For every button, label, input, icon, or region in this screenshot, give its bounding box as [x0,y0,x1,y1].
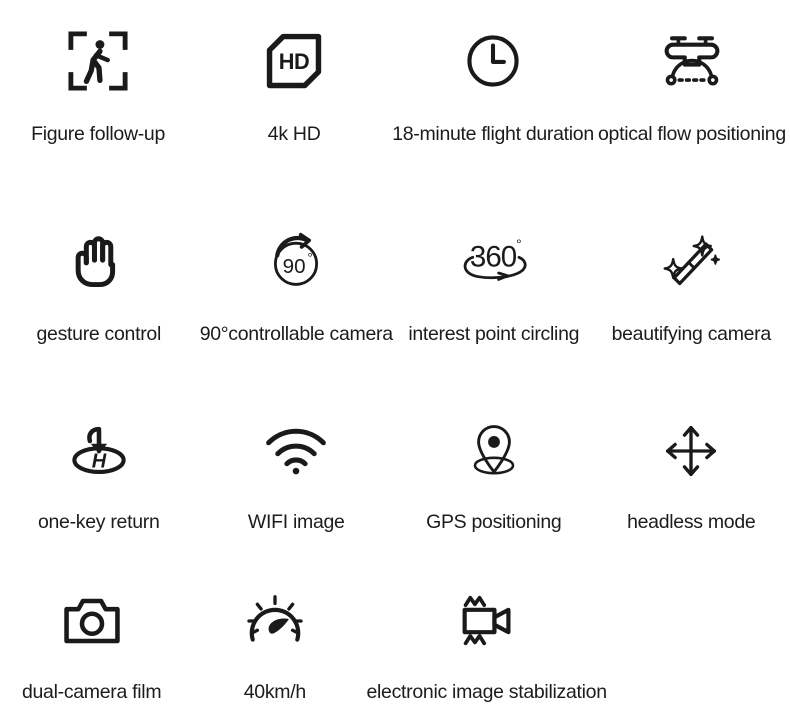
feature-item-gesture-control[interactable]: gesture control [0,222,198,400]
figure-follow-icon [67,22,129,100]
drone-optical-flow-icon [661,22,723,100]
video-camera-shake-icon [460,582,514,660]
feature-item-flight-duration[interactable]: 18-minute flight duration [392,22,594,200]
feature-label: GPS positioning [426,511,562,533]
feature-label: electronic image stabilization [366,681,607,703]
three-sixty-orbit-icon: 360 ° [458,222,530,300]
feature-item-image-stabilization[interactable]: electronic image stabilization [366,582,607,726]
feature-label: optical flow positioning [597,123,786,145]
feature-row: dual-camera film 40km/h electronic image… [0,570,790,726]
four-way-arrows-icon [663,412,719,490]
hd-card-icon: HD [265,22,323,100]
feature-item-max-speed[interactable]: 40km/h [183,582,366,726]
magic-wand-sparkle-icon [661,222,721,300]
feature-label: 40km/h [243,681,306,703]
speedometer-icon [247,582,303,660]
svg-text:360: 360 [470,241,517,274]
feature-label: 90°controllable camera [199,323,393,345]
feature-item-beautifying-camera[interactable]: beautifying camera [593,222,790,400]
hand-icon [70,222,128,300]
feature-item-one-key-return[interactable]: H one-key return [0,412,198,570]
feature-row: H one-key return WIFI image GPS position… [0,400,790,570]
feature-label: dual-camera film [21,681,162,703]
return-to-home-icon: H [68,412,130,490]
feature-item-figure-follow-up[interactable]: Figure follow-up [0,22,196,200]
feature-item-optical-flow[interactable]: optical flow positioning [594,22,790,200]
wifi-icon [265,412,327,490]
feature-label: 18-minute flight duration [392,123,594,145]
feature-label: interest point circling [408,323,580,345]
ninety-degree-rotate-icon: 90 ° [266,222,326,300]
feature-item-headless-mode[interactable]: headless mode [593,412,790,570]
clock-icon [464,22,522,100]
feature-label: WIFI image [247,511,345,533]
map-pin-icon [466,412,522,490]
feature-row: gesture control 90 ° 90°controllable cam… [0,200,790,400]
feature-item-interest-point-circling[interactable]: 360 ° interest point circling [395,222,593,400]
feature-grid: Figure follow-up HD 4k HD 18-minute flig… [0,0,790,726]
feature-item-dual-camera-film[interactable]: dual-camera film [0,582,183,726]
feature-item-wifi-image[interactable]: WIFI image [198,412,396,570]
feature-item-controllable-camera[interactable]: 90 ° 90°controllable camera [198,222,396,400]
svg-text:°: ° [308,250,313,265]
svg-text:°: ° [516,236,522,252]
svg-text:HD: HD [279,49,310,74]
feature-item-empty-slot [607,582,790,726]
feature-item-gps-positioning[interactable]: GPS positioning [395,412,593,570]
feature-label: beautifying camera [611,323,772,345]
svg-text:90: 90 [283,255,306,278]
feature-item-4k-hd[interactable]: HD 4k HD [196,22,392,200]
camera-icon [62,582,122,660]
feature-label: 4k HD [267,123,321,145]
feature-label: one-key return [37,511,160,533]
feature-label: gesture control [36,323,162,345]
svg-text:H: H [92,450,107,472]
feature-row: Figure follow-up HD 4k HD 18-minute flig… [0,0,790,200]
feature-label: Figure follow-up [31,123,166,145]
feature-label: headless mode [627,511,756,533]
